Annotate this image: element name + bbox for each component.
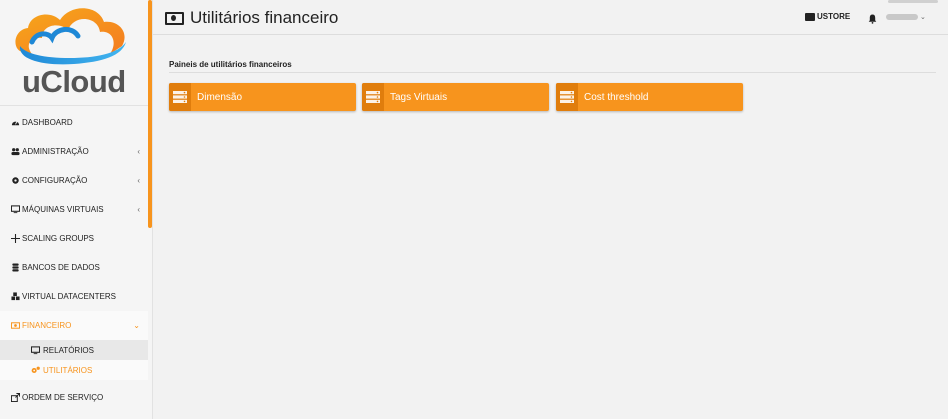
sidebar-item-label: BANCOS DE DADOS bbox=[22, 263, 100, 272]
sidebar-item-label: ORDEM DE SERVIÇO bbox=[22, 393, 104, 402]
sidebar-item-administracao[interactable]: ADMINISTRAÇÃO ‹ bbox=[0, 137, 148, 166]
sidebar-item-ordem-de-servico[interactable]: ORDEM DE SERVIÇO bbox=[0, 383, 148, 412]
sidebar-subitem-label: UTILITÁRIOS bbox=[43, 365, 93, 375]
sidebar-item-scaling-groups[interactable]: SCALING GROUPS bbox=[0, 224, 148, 253]
sidebar-item-bancos-de-dados[interactable]: BANCOS DE DADOS bbox=[0, 253, 148, 282]
sidebar-item-label: FINANCEIRO bbox=[22, 321, 72, 330]
avatar bbox=[886, 14, 918, 20]
user-menu[interactable]: ⌄ bbox=[886, 13, 926, 21]
section-divider bbox=[169, 72, 936, 73]
chevron-left-icon: ‹ bbox=[137, 147, 140, 156]
money-bill-icon bbox=[165, 11, 184, 25]
ustore-icon bbox=[805, 12, 815, 21]
cloud-logo-icon bbox=[15, 8, 126, 65]
page-scrollbar[interactable] bbox=[888, 0, 938, 3]
sidebar-subitem-utilitarios[interactable]: UTILITÁRIOS bbox=[0, 360, 148, 380]
sidebar-item-label: MÁQUINAS VIRTUAIS bbox=[22, 205, 104, 214]
chevron-left-icon: ‹ bbox=[137, 205, 140, 214]
desktop-icon bbox=[10, 205, 21, 214]
desktop-icon bbox=[30, 345, 41, 355]
ustore-label: USTORE bbox=[817, 12, 851, 21]
section-title: Paineis de utilitários financeiros bbox=[169, 60, 292, 69]
page-title: Utilitários financeiro bbox=[165, 8, 338, 28]
dashboard-icon bbox=[11, 118, 20, 127]
server-icon bbox=[362, 83, 384, 111]
panel-card-label: Dimensão bbox=[197, 92, 243, 103]
ucloud-logo[interactable]: uCloud bbox=[0, 0, 148, 106]
sidebar-item-label: CONFIGURAÇÃO bbox=[22, 176, 88, 185]
sidebar-item-dashboard[interactable]: DASHBOARD bbox=[0, 108, 148, 137]
bell-icon bbox=[868, 14, 877, 24]
notifications-button[interactable] bbox=[868, 11, 877, 29]
server-icon bbox=[556, 83, 578, 111]
sidebar-item-virtual-datacenters[interactable]: VIRTUAL DATACENTERS bbox=[0, 282, 148, 311]
logo-text: uCloud bbox=[22, 64, 126, 99]
sidebar-item-label: DASHBOARD bbox=[22, 118, 73, 127]
sidebar-subitem-label: RELATÓRIOS bbox=[43, 345, 94, 355]
sidebar-item-label: VIRTUAL DATACENTERS bbox=[22, 292, 116, 301]
panel-card-label: Cost threshold bbox=[584, 92, 649, 103]
external-link-icon bbox=[10, 392, 21, 403]
panel-card-cost-threshold[interactable]: Cost threshold bbox=[556, 83, 743, 111]
sidebar-item-label: SCALING GROUPS bbox=[22, 234, 95, 243]
sidebar-item-maquinas-virtuais[interactable]: MÁQUINAS VIRTUAIS ‹ bbox=[0, 195, 148, 224]
ustore-button[interactable]: USTORE bbox=[805, 12, 850, 21]
chevron-down-icon: ⌄ bbox=[920, 14, 926, 21]
sidebar-scrollbar[interactable] bbox=[148, 0, 152, 228]
sidebar-nav: DASHBOARD ADMINISTRAÇÃO ‹ CONFIGURAÇÃO ‹… bbox=[0, 108, 148, 412]
cog-icon bbox=[11, 176, 20, 185]
panel-card-tags-virtuais[interactable]: Tags Virtuais bbox=[362, 83, 549, 111]
server-icon bbox=[169, 83, 191, 111]
chevron-down-icon: ⌄ bbox=[133, 321, 140, 330]
chevron-left-icon: ‹ bbox=[137, 176, 140, 185]
panel-card-dimensao[interactable]: Dimensão bbox=[169, 83, 356, 111]
sidebar: uCloud DASHBOARD ADMINISTRAÇÃO ‹ CONFIGU… bbox=[0, 0, 153, 419]
sidebar-item-label: ADMINISTRAÇÃO bbox=[22, 147, 89, 156]
database-icon bbox=[11, 263, 20, 272]
top-header: Utilitários financeiro USTORE ⌄ bbox=[153, 0, 948, 35]
arrows-icon bbox=[11, 234, 20, 243]
sidebar-item-configuracao[interactable]: CONFIGURAÇÃO ‹ bbox=[0, 166, 148, 195]
users-icon bbox=[11, 147, 20, 156]
cogs-icon bbox=[31, 366, 40, 375]
sidebar-subitem-relatorios[interactable]: RELATÓRIOS bbox=[0, 340, 148, 360]
page-title-text: Utilitários financeiro bbox=[190, 8, 339, 27]
sidebar-item-financeiro[interactable]: FINANCEIRO ⌄ bbox=[0, 311, 148, 340]
cubes-icon bbox=[11, 292, 20, 301]
money-icon bbox=[10, 321, 21, 330]
panel-card-label: Tags Virtuais bbox=[390, 92, 448, 103]
